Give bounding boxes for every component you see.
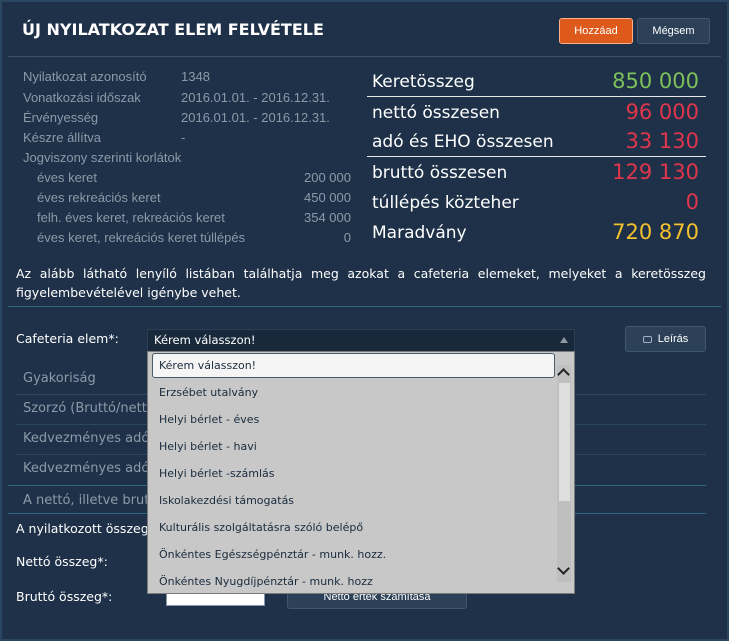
summary-value-tax: 33 130 <box>625 129 699 153</box>
dropdown-option[interactable]: Önkéntes Egészségpénztár - munk. hozz. <box>159 548 386 561</box>
limit-value: 354 000 <box>304 210 351 225</box>
limits-label: Jogviszony szerinti korlátok <box>23 150 182 165</box>
period-label: Vonatkozási időszak <box>23 90 141 105</box>
frequency-label: Gyakoriság <box>23 371 96 386</box>
cancel-button[interactable]: Mégsem <box>637 18 710 44</box>
multiplier-label: Szorzó (Bruttó/nett <box>23 401 147 416</box>
validity-value: 2016.01.01. - 2016.12.31. <box>181 110 330 125</box>
summary-value-overrun: 0 <box>685 190 699 214</box>
dropdown-option[interactable]: Helyi bérlet - havi <box>159 440 257 453</box>
limit-value: 450 000 <box>304 190 351 205</box>
summary-value-budget: 850 000 <box>612 69 699 93</box>
limit-value: 0 <box>343 230 351 245</box>
dropdown-option[interactable]: Erzsébet utalvány <box>159 386 258 399</box>
description-button-label: Leírás <box>657 333 689 345</box>
summary-value-net: 96 000 <box>625 100 699 124</box>
beneficiary-tax-label: Kedvezményes adó <box>23 461 150 476</box>
comment-icon <box>642 335 652 343</box>
limit-label: felh. éves keret, rekreációs keret <box>37 210 225 225</box>
created-by-value: - <box>181 130 186 145</box>
summary-value-remaining: 720 870 <box>612 220 699 244</box>
summary-label-gross: bruttó összesen <box>372 163 508 183</box>
summary-divider <box>367 96 706 97</box>
chevron-up-icon <box>560 337 568 343</box>
instructions-text: Az alább látható lenyíló listában találh… <box>16 266 706 300</box>
net-gross-note: A nettó, illetve brut <box>23 493 150 508</box>
dropdown-option[interactable]: Önkéntes Nyugdíjpénztár - munk. hozz <box>159 575 373 588</box>
section-divider <box>8 306 721 307</box>
summary-label-tax: adó és EHO összesen <box>372 132 554 152</box>
dropdown-option[interactable]: Kulturális szolgáltatásra szóló belépő <box>159 521 363 534</box>
net-amount-label: Nettó összeg*: <box>16 554 108 569</box>
dropdown-option[interactable]: Iskolakezdési támogatás <box>159 494 294 507</box>
limit-label: éves keret, rekreációs keret túllépés <box>37 230 246 245</box>
period-value: 2016.01.01. - 2016.12.31. <box>181 90 330 105</box>
dropdown-option[interactable]: Helyi bérlet - éves <box>159 413 259 426</box>
declared-amount-label: A nyilatkozott összeg n <box>16 521 161 536</box>
description-button[interactable]: Leírás <box>625 326 706 352</box>
dialog-title: ÚJ NYILATKOZAT ELEM FELVÉTELE <box>22 20 324 39</box>
add-button[interactable]: Hozzáad <box>559 18 633 44</box>
select-value: Kérem válasszon! <box>154 333 256 347</box>
created-by-label: Készre állítva <box>23 130 102 145</box>
header-divider <box>8 56 721 57</box>
dropdown-option[interactable]: Kérem válasszon! <box>159 359 256 372</box>
summary-label-budget: Keretösszeg <box>372 72 475 92</box>
dropdown-option[interactable]: Helyi bérlet -számlás <box>159 467 275 480</box>
cafeteria-element-label: Cafeteria elem*: <box>16 331 119 346</box>
summary-label-net: nettó összesen <box>372 103 500 123</box>
beneficiary-tax-label: Kedvezményes adó <box>23 431 150 446</box>
gross-amount-label: Bruttó összeg*: <box>16 589 113 604</box>
summary-label-remaining: Maradvány <box>372 223 467 243</box>
limit-value: 200 000 <box>304 170 351 185</box>
summary-value-gross: 129 130 <box>612 160 699 184</box>
cafeteria-dropdown-list[interactable]: Kérem válasszon! Erzsébet utalvány Helyi… <box>147 351 575 594</box>
summary-divider <box>367 156 706 157</box>
declaration-id-value: 1348 <box>181 69 210 84</box>
validity-label: Érvényesség <box>23 110 99 125</box>
dropdown-scrollbar-thumb[interactable] <box>559 383 570 501</box>
limit-label: éves rekreációs keret <box>37 190 161 205</box>
limit-label: éves keret <box>37 170 97 185</box>
cafeteria-element-select[interactable]: Kérem válasszon! <box>147 329 575 351</box>
summary-label-overrun: túllépés közteher <box>372 193 519 213</box>
declaration-id-label: Nyilatkozat azonosító <box>23 69 147 84</box>
